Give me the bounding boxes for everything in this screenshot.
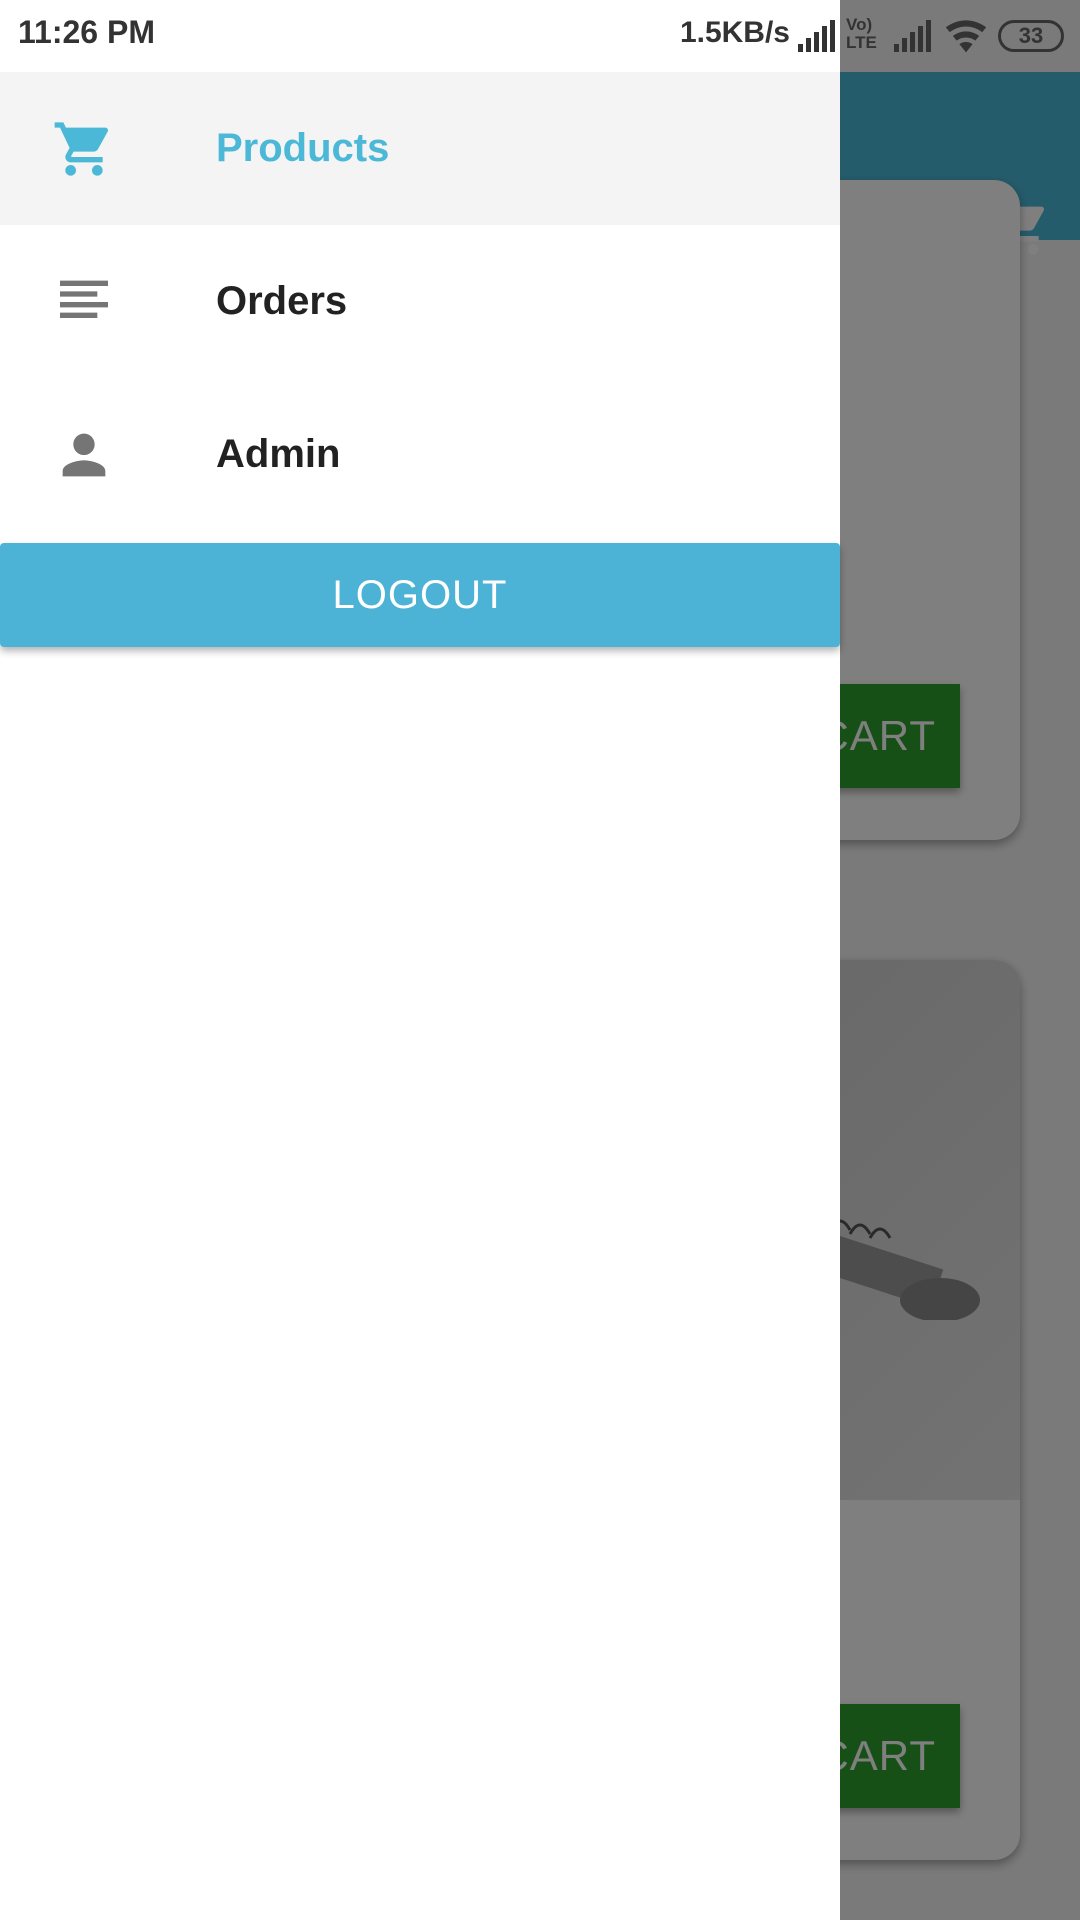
signal-icon: [798, 20, 835, 52]
logout-button[interactable]: LOGOUT: [0, 543, 840, 647]
navigation-drawer: Products Orders Admin LOGOUT: [0, 72, 840, 1920]
drawer-item-admin[interactable]: Admin: [0, 378, 840, 531]
battery-level: 33: [1018, 23, 1044, 48]
list-icon: [60, 280, 108, 318]
status-bar: 11:26 PM 1.5KB/s: [0, 0, 840, 72]
status-net-speed: 1.5KB/s: [679, 16, 790, 49]
drawer-item-orders[interactable]: Orders: [0, 225, 840, 378]
status-time: 11:26 PM: [18, 14, 155, 50]
drawer-item-label: Admin: [216, 432, 341, 476]
volte-icon: Vo) LTE: [846, 15, 877, 52]
status-bar-icons: Vo) LTE 33: [840, 0, 1080, 72]
drawer-item-products[interactable]: Products: [0, 72, 840, 225]
drawer-item-label: Products: [216, 126, 390, 170]
drawer-item-label: Orders: [216, 279, 348, 323]
battery-icon: 33: [998, 20, 1064, 52]
cart-icon: [54, 121, 109, 176]
signal-icon: [894, 20, 931, 52]
wifi-icon: [945, 20, 987, 53]
person-icon: [62, 433, 106, 476]
